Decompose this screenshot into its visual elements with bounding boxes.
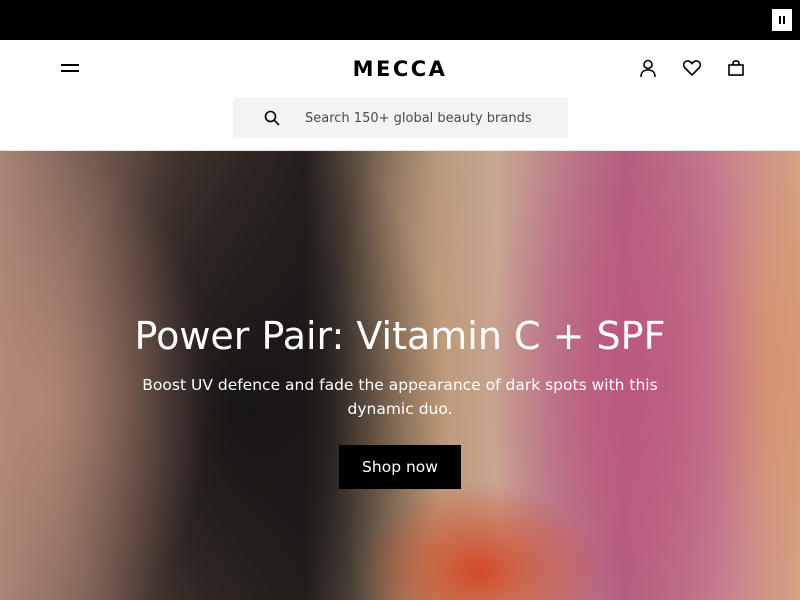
site-logo[interactable]: MECCA — [320, 56, 480, 82]
hero-subtitle: Boost UV defence and fade the appearance… — [142, 376, 658, 418]
shop-now-button[interactable]: Shop now — [339, 445, 461, 489]
account-button[interactable] — [636, 56, 660, 80]
search-bar[interactable] — [233, 98, 568, 138]
wishlist-button[interactable] — [680, 56, 704, 80]
hero-title: Power Pair: Vitamin C + SPF — [134, 314, 666, 358]
search-icon[interactable] — [262, 108, 282, 128]
shopping-bag-icon — [728, 59, 744, 76]
shopping-bag-button[interactable] — [724, 56, 748, 80]
hamburger-menu-icon — [61, 64, 79, 72]
site-header: MECCA — [0, 40, 800, 151]
pause-icon — [779, 16, 785, 24]
search-input[interactable] — [305, 98, 560, 138]
pause-button[interactable] — [772, 9, 792, 31]
heart-icon — [682, 60, 702, 77]
user-icon — [640, 59, 656, 78]
hero-banner[interactable]: Power Pair: Vitamin C + SPF Boost UV def… — [0, 151, 800, 600]
announcement-bar — [0, 0, 800, 40]
menu-button[interactable] — [58, 57, 82, 79]
